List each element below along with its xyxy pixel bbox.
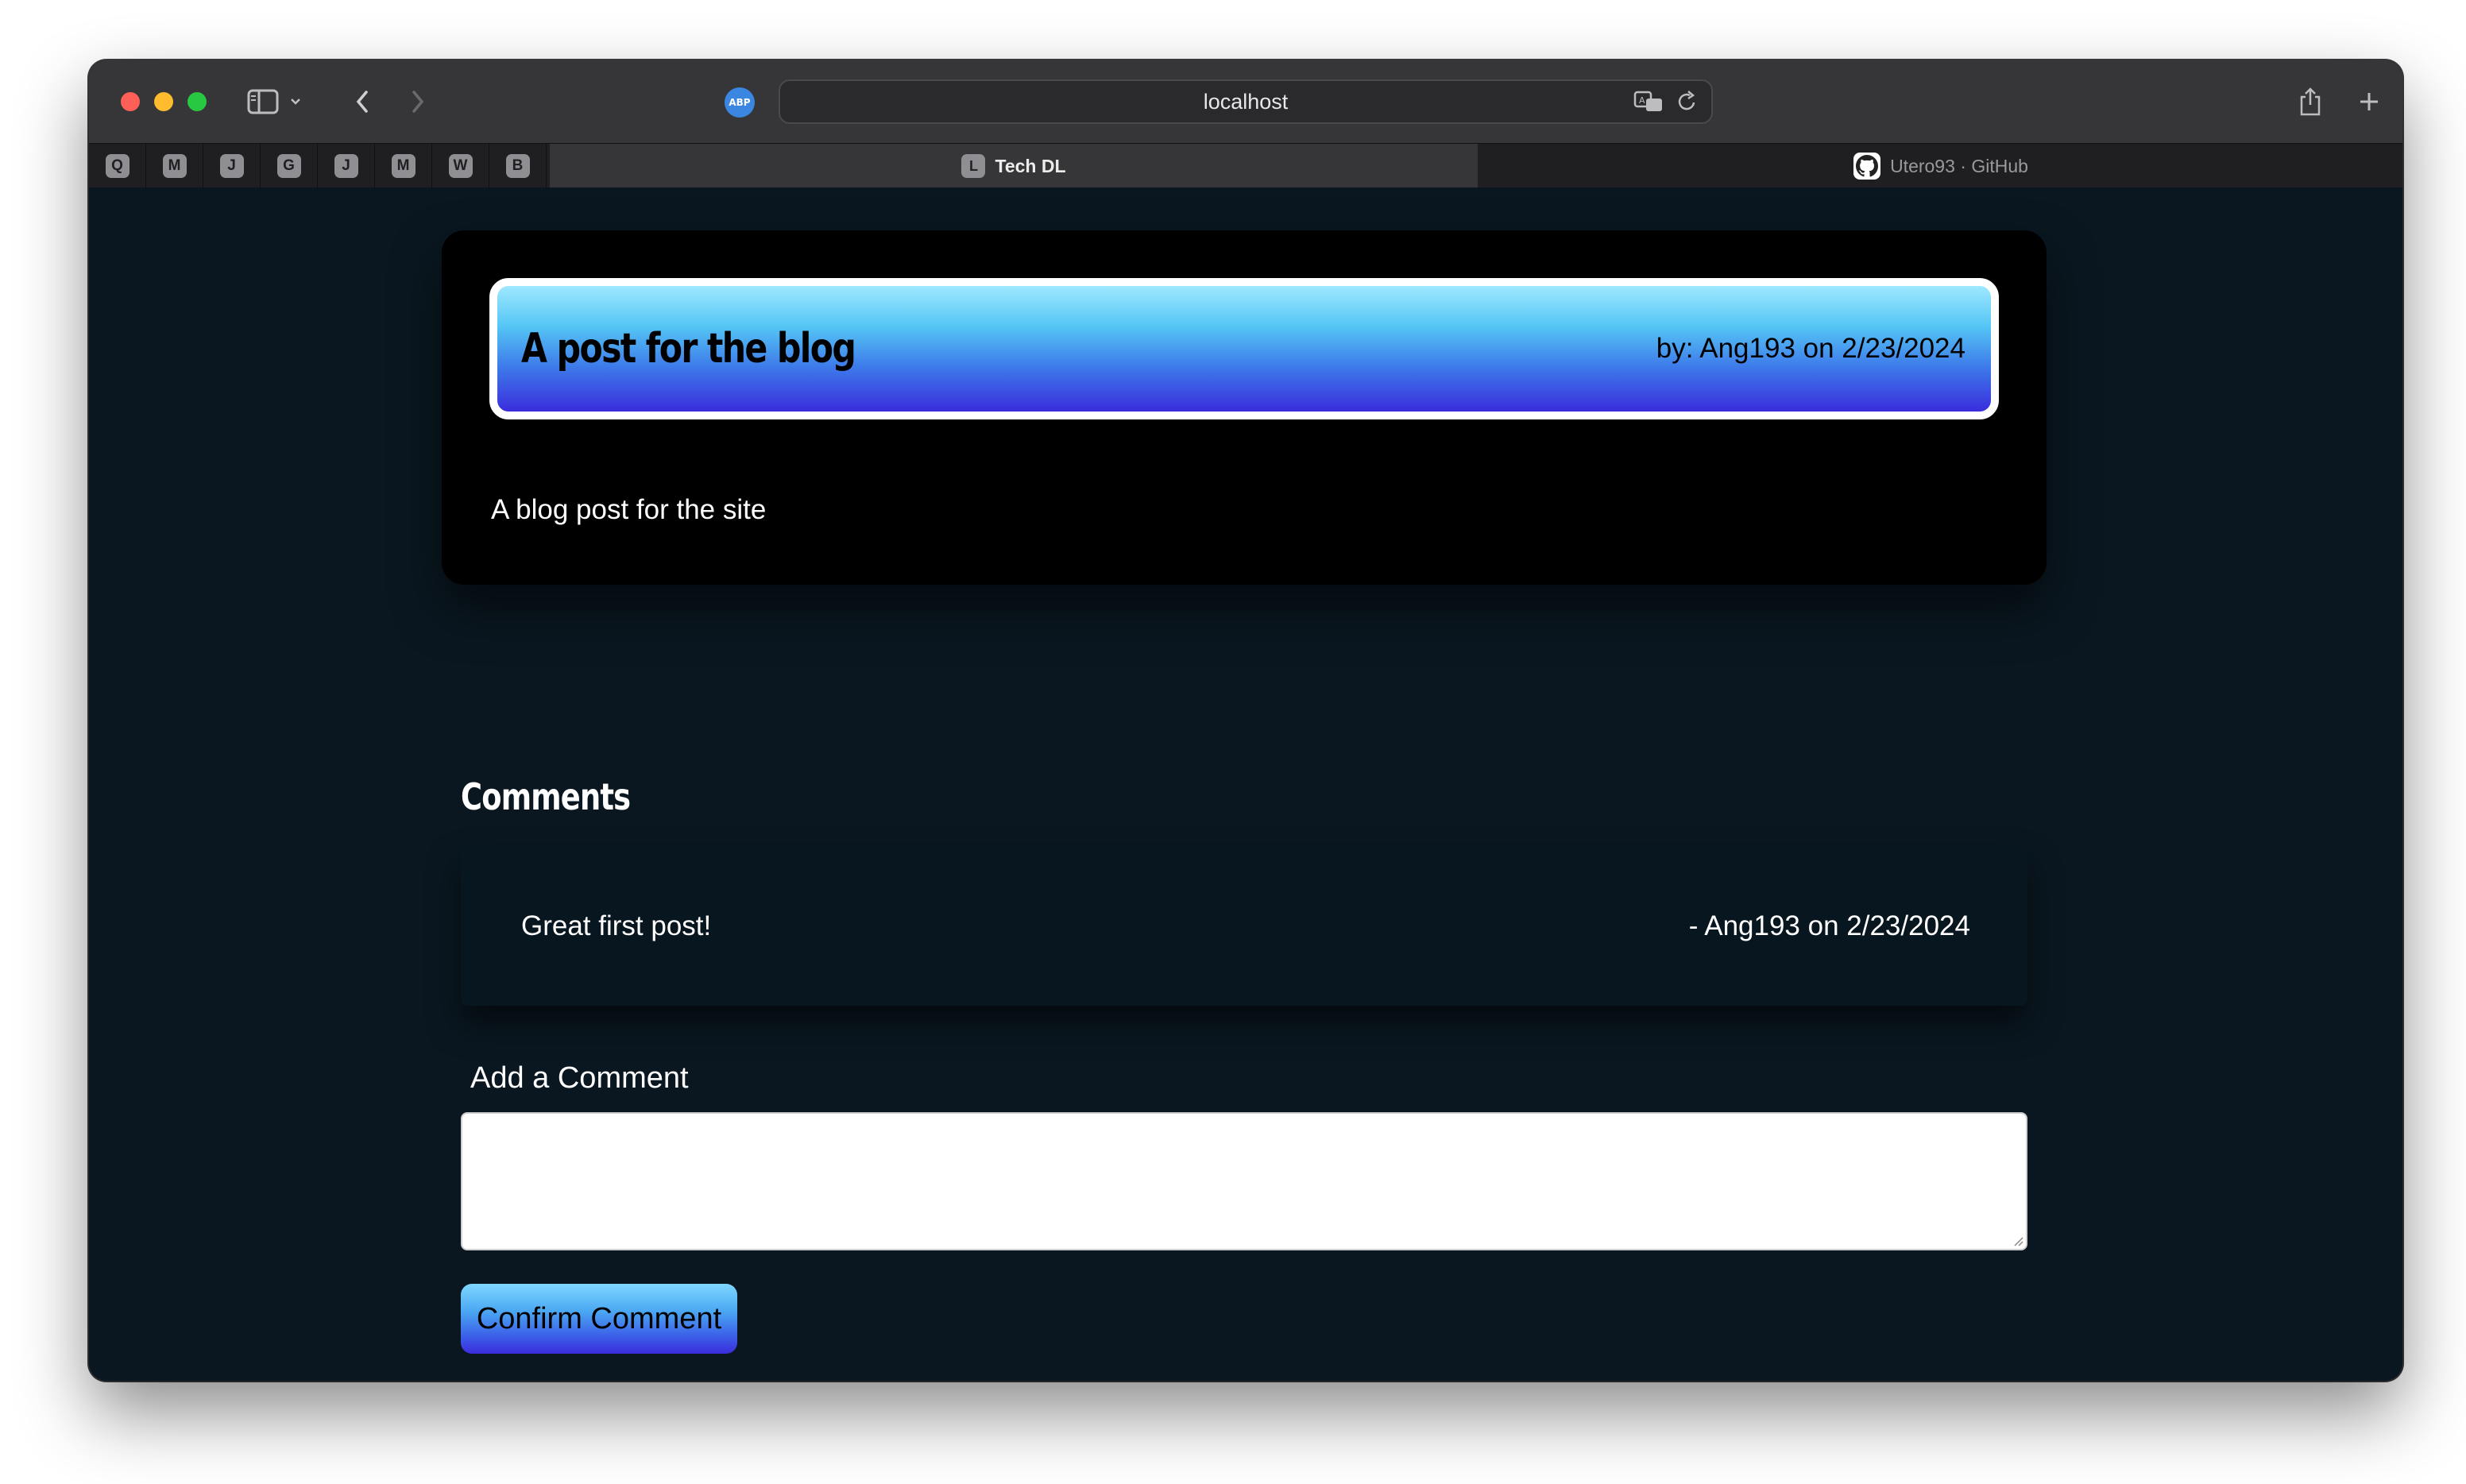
browser-window: ABP localhost A Q M J G J M W B L Tech D…: [89, 60, 2402, 1381]
reload-icon[interactable]: [1676, 89, 1699, 120]
url-text: localhost: [1203, 89, 1289, 114]
comments-heading: Comments: [461, 775, 631, 818]
chevron-down-icon[interactable]: [286, 84, 305, 119]
confirm-comment-button[interactable]: Confirm Comment: [461, 1284, 737, 1354]
svg-text:A: A: [1639, 95, 1645, 106]
close-window-button[interactable]: [121, 92, 140, 111]
browser-toolbar: ABP localhost A: [89, 60, 2402, 143]
tab-tech-dl[interactable]: L Tech DL: [550, 144, 1478, 188]
pinned-tab[interactable]: J: [318, 144, 375, 188]
post-card: A post for the blog by: Ang193 on 2/23/2…: [442, 230, 2047, 585]
add-comment-label: Add a Comment: [470, 1061, 689, 1095]
address-bar[interactable]: localhost A: [779, 79, 1713, 124]
tab-label: Utero93 · GitHub: [1890, 155, 2028, 176]
post-body: A blog post for the site: [491, 494, 767, 525]
minimize-window-button[interactable]: [154, 92, 173, 111]
resize-grip-icon[interactable]: [2012, 1235, 2024, 1247]
back-arrow-icon[interactable]: [348, 84, 377, 119]
pinned-tab[interactable]: Q: [89, 144, 146, 188]
forward-arrow-icon[interactable]: [404, 84, 432, 119]
translate-icon[interactable]: A: [1633, 89, 1665, 120]
pinned-tab[interactable]: B: [489, 144, 547, 188]
post-title: A post for the blog: [521, 325, 856, 373]
page-content: A post for the blog by: Ang193 on 2/23/2…: [89, 187, 2402, 1381]
comment-card: Great first post! - Ang193 on 2/23/2024: [461, 847, 2027, 1006]
share-icon[interactable]: [2296, 84, 2325, 119]
pinned-tab[interactable]: M: [375, 144, 432, 188]
pinned-tab[interactable]: M: [146, 144, 203, 188]
post-author-date: by: Ang193 on 2/23/2024: [1656, 333, 1965, 364]
github-icon: [1853, 153, 1881, 180]
comment-text: Great first post!: [521, 910, 712, 941]
tab-github[interactable]: Utero93 · GitHub: [1479, 144, 2402, 188]
adblock-extension-icon[interactable]: ABP: [725, 87, 755, 118]
new-tab-plus-icon[interactable]: [2355, 84, 2383, 119]
pinned-tabs: Q M J G J M W B: [89, 144, 547, 188]
comment-author-date: - Ang193 on 2/23/2024: [1688, 910, 1970, 941]
tab-bar: Q M J G J M W B L Tech DL Utero93 · GitH…: [89, 143, 2402, 188]
tab-label: Tech DL: [995, 155, 1066, 176]
comment-textarea[interactable]: [461, 1112, 2027, 1250]
sidebar-toggle-icon[interactable]: [245, 84, 281, 119]
pinned-tab[interactable]: W: [432, 144, 489, 188]
pinned-tab[interactable]: G: [261, 144, 318, 188]
maximize-window-button[interactable]: [187, 92, 207, 111]
pinned-tab[interactable]: J: [203, 144, 261, 188]
tab-favicon: L: [961, 154, 986, 178]
post-header: A post for the blog by: Ang193 on 2/23/2…: [489, 278, 1999, 419]
